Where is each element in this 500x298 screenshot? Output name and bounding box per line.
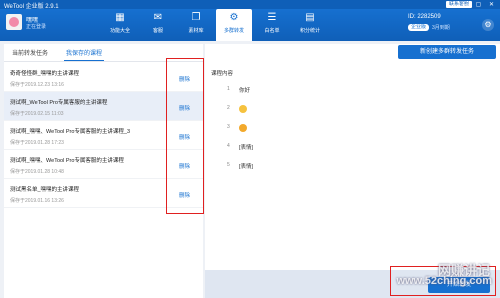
lesson-number: 4 — [227, 143, 230, 149]
settings-icon[interactable]: ⚙ — [482, 19, 494, 31]
lesson-item: 4 [表情] — [227, 139, 497, 158]
window-controls[interactable]: — ▢ ✕ — [462, 1, 497, 8]
list-item[interactable]: 测试啊_嘿嘿、WeTool Pro专属客服的主讲课程_3 保存于2019.01.… — [4, 121, 203, 150]
course-name: 奇奇怪怪群_嘿嘿的主讲课程 — [10, 71, 80, 77]
delete-button[interactable]: 删除 — [179, 104, 190, 112]
list-item[interactable]: 测试啊_嘿嘿、WeTool Pro专属客服的主讲课程 保存于2019.01.28… — [4, 150, 203, 179]
account-info: ID: 2282509 企业版 3月到期 — [408, 14, 468, 36]
lesson-text: [表情] — [239, 164, 254, 170]
lesson-list: 1 你好 2 3 4 [表情] 5 [表情] — [227, 82, 497, 177]
avatar — [6, 14, 22, 30]
whitelist-icon: ☰ — [267, 12, 277, 23]
course-saved-time: 保存于2019.01.28 17:23 — [10, 140, 64, 146]
lesson-number: 5 — [227, 162, 230, 168]
nav-item-whitelist[interactable]: ☰ 白名单 — [254, 9, 290, 41]
user-profile[interactable]: 嘿嘿 正在登录 — [6, 12, 106, 38]
library-icon: ❐ — [191, 12, 201, 23]
content-title: 课程内容 — [211, 71, 234, 77]
title-bar: WeTool 企业版 2.9.1 联系客服 — ▢ ✕ — [0, 0, 500, 10]
tab-bar: 当前转发任务 我保存的课程 — [4, 44, 203, 62]
tab-saved-courses[interactable]: 我保存的课程 — [63, 47, 105, 61]
delete-button[interactable]: 删除 — [179, 133, 190, 141]
stats-icon: ▤ — [305, 12, 315, 23]
course-saved-time: 保存于2019.01.16 13:26 — [10, 198, 64, 204]
nav-label: 客服 — [152, 28, 163, 34]
delete-button[interactable]: 删除 — [179, 75, 190, 83]
new-forward-task-button[interactable]: 新创建多群转发任务 — [398, 45, 496, 59]
nav-item-service[interactable]: ✉ 客服 — [140, 9, 176, 41]
sun-emoji-icon — [239, 105, 247, 113]
saved-courses-panel: 当前转发任务 我保存的课程 奇奇怪怪群_嘿嘿的主讲课程 保存于2019.12.2… — [4, 44, 203, 298]
account-id: ID: 2282509 — [408, 14, 441, 20]
lesson-item: 3 — [227, 120, 497, 139]
nav-label: 积分统计 — [299, 28, 320, 34]
course-name: 测试黑名单_嘿嘿的主讲课程 — [10, 187, 80, 193]
nav-item-features[interactable]: ▦ 功能大全 — [102, 9, 138, 41]
nav-label: 功能大全 — [109, 28, 130, 34]
main-nav: ▦ 功能大全 ✉ 客服 ❐ 素材库 ⚙ 多群转发 ☰ 白名单 ▤ 积分统计 — [102, 9, 330, 41]
delete-button[interactable]: 删除 — [179, 162, 190, 170]
course-list: 奇奇怪怪群_嘿嘿的主讲课程 保存于2019.12.23 13:16 删除 测试啊… — [4, 63, 203, 208]
nav-label: 多群转发 — [223, 28, 244, 34]
course-name: 测试啊_WeTool Pro专属客服的主讲课程 — [10, 100, 108, 106]
lesson-number: 2 — [227, 105, 230, 111]
list-item[interactable]: 测试黑名单_嘿嘿的主讲课程 保存于2019.01.16 13:26 删除 — [4, 179, 203, 208]
lesson-item: 2 — [227, 101, 497, 120]
course-saved-time: 保存于2019.02.15 11:03 — [10, 111, 64, 117]
share-icon: ⚙ — [229, 12, 239, 23]
lesson-emoji — [239, 105, 247, 115]
list-item[interactable]: 测试啊_WeTool Pro专属客服的主讲课程 保存于2019.02.15 11… — [4, 92, 203, 121]
nav-item-stats[interactable]: ▤ 积分统计 — [292, 9, 328, 41]
nav-label: 白名单 — [264, 28, 280, 34]
watermark-url: www.52ching.com — [396, 275, 492, 287]
list-item[interactable]: 奇奇怪怪群_嘿嘿的主讲课程 保存于2019.12.23 13:16 删除 — [4, 63, 203, 92]
chat-icon: ✉ — [153, 12, 163, 23]
tab-current-tasks[interactable]: 当前转发任务 — [12, 47, 48, 61]
expiry-text: 3月到期 — [432, 25, 450, 31]
nav-item-multi-forward[interactable]: ⚙ 多群转发 — [216, 9, 252, 41]
delete-button[interactable]: 删除 — [179, 191, 190, 199]
course-name: 测试啊_嘿嘿、WeTool Pro专属客服的主讲课程 — [10, 158, 124, 164]
lesson-text: [表情] — [239, 145, 254, 151]
lesson-item: 5 [表情] — [227, 158, 497, 177]
lesson-number: 1 — [227, 86, 230, 92]
lesson-item: 1 你好 — [227, 82, 497, 101]
course-saved-time: 保存于2019.01.28 10:48 — [10, 169, 64, 175]
edition-badge: 企业版 — [408, 24, 430, 31]
nav-item-library[interactable]: ❐ 素材库 — [178, 9, 214, 41]
user-status: 正在登录 — [26, 24, 47, 30]
nav-label: 素材库 — [188, 28, 204, 34]
face-emoji-icon — [239, 124, 247, 132]
lesson-emoji — [239, 124, 247, 134]
grid-icon: ▦ — [115, 12, 125, 23]
course-name: 测试啊_嘿嘿、WeTool Pro专属客服的主讲课程_3 — [10, 129, 131, 135]
lesson-text: 你好 — [239, 88, 251, 94]
course-saved-time: 保存于2019.12.23 13:16 — [10, 82, 64, 88]
header: 嘿嘿 正在登录 ▦ 功能大全 ✉ 客服 ❐ 素材库 ⚙ 多群转发 ☰ 白名单 ▤… — [0, 9, 500, 41]
lesson-number: 3 — [227, 124, 230, 130]
